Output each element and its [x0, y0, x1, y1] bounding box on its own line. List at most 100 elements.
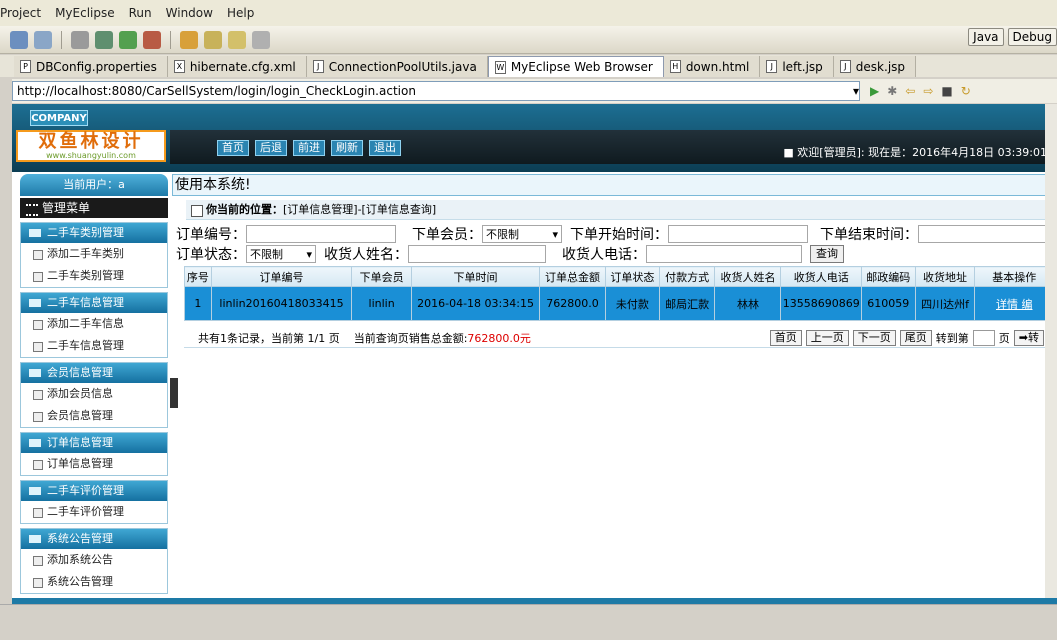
settings-icon[interactable]: ✱ [887, 84, 897, 98]
pager: 共有1条记录，当前第 1/1 页 当前查询页销售总金额:762800.0元 首页… [184, 328, 1054, 348]
stop-icon[interactable]: ■ [941, 84, 952, 98]
tab-label: ConnectionPoolUtils.java [328, 59, 477, 74]
editor-tabs: P DBConfig.properties Xhibernate.cfg.xml … [0, 55, 1057, 77]
column-header: 序号 [184, 266, 212, 287]
deploy-icon[interactable] [95, 30, 113, 49]
forward-icon[interactable] [252, 30, 270, 49]
vertical-scrollbar[interactable] [1045, 104, 1057, 598]
status-label: 订单状态： [176, 247, 246, 263]
sidebar: 当前用户：a 管理菜单 二手车类别管理 添加二手车类别 二手车类别管理 二手车信… [20, 174, 168, 604]
open-icon[interactable] [34, 30, 52, 49]
go-button[interactable]: ➡转 [1013, 329, 1044, 346]
column-header: 收货人电话 [780, 266, 862, 287]
tab-left-jsp[interactable]: Jleft.jsp [760, 56, 834, 77]
start-time-input[interactable] [668, 225, 808, 243]
pager-summary: 共有1条记录，当前第 1/1 页 当前查询页销售总金额:762800.0元 [198, 330, 531, 346]
first-page-button[interactable]: 首页 [769, 329, 802, 346]
group-header[interactable]: 二手车评价管理 [21, 481, 167, 501]
refresh-icon[interactable]: ↻ [961, 84, 971, 98]
refresh-button[interactable]: 刷新 [331, 140, 363, 156]
order-no-input[interactable] [246, 225, 396, 243]
cell-actions[interactable]: 详情 编 [974, 286, 1054, 321]
sidebar-item-member-manage[interactable]: 会员信息管理 [21, 405, 167, 427]
column-header: 订单状态 [605, 266, 660, 287]
perspective-debug[interactable]: Debug [1007, 28, 1057, 46]
back-icon[interactable]: ⇦ [905, 84, 915, 98]
xml-icon: X [173, 60, 185, 73]
group-header[interactable]: 二手车信息管理 [21, 293, 167, 313]
back-button[interactable]: 后退 [255, 140, 287, 156]
sidebar-item-order-manage[interactable]: 订单信息管理 [21, 453, 167, 475]
java-icon: J [312, 60, 324, 73]
sidebar-item-car-manage[interactable]: 二手车信息管理 [21, 335, 167, 357]
page-number-input[interactable] [972, 329, 995, 346]
query-button[interactable]: 查询 [810, 245, 844, 263]
group-header[interactable]: 订单信息管理 [21, 433, 167, 453]
group-header[interactable]: 系统公告管理 [21, 529, 167, 549]
column-header: 收货地址 [914, 266, 976, 287]
page-label: 页 [998, 331, 1010, 345]
group-header[interactable]: 二手车类别管理 [21, 223, 167, 243]
logout-button[interactable]: 退出 [369, 140, 401, 156]
tab-connectionpool[interactable]: J ConnectionPoolUtils.java [306, 56, 488, 77]
run-icon[interactable] [119, 30, 137, 49]
tab-desk-jsp[interactable]: Jdesk.jsp [833, 56, 917, 77]
receiver-phone-input[interactable] [646, 245, 802, 263]
order-no-label: 订单编号： [176, 227, 246, 243]
jsp-icon: J [766, 60, 778, 73]
sidebar-item-add-car[interactable]: 添加二手车信息 [21, 313, 167, 335]
member-label: 下单会员： [412, 227, 482, 243]
sidebar-item-add-member[interactable]: 添加会员信息 [21, 383, 167, 405]
logo-subtext: www.shuangyulin.com [46, 150, 136, 160]
home-button[interactable]: 首页 [217, 140, 249, 156]
forward-button[interactable]: 前进 [293, 140, 325, 156]
html-icon: H [669, 60, 681, 73]
tab-hibernate[interactable]: Xhibernate.cfg.xml [167, 56, 307, 77]
receiver-name-input[interactable] [408, 245, 546, 263]
edit-icon[interactable] [204, 30, 222, 49]
tab-dbconfig[interactable]: P DBConfig.properties [14, 56, 168, 77]
new-icon[interactable] [10, 30, 28, 49]
menu-project[interactable]: Project [0, 6, 41, 20]
table-row[interactable]: 1 linlin20160418033415 linlin 2016-04-18… [184, 286, 1054, 321]
back-icon[interactable] [228, 30, 246, 49]
menu-help[interactable]: Help [227, 6, 254, 20]
position-label: 你当前的位置： [206, 203, 283, 216]
go-icon[interactable]: ▶ [870, 84, 879, 98]
sidebar-item-add-category[interactable]: 添加二手车类别 [21, 243, 167, 265]
search-icon[interactable] [180, 30, 198, 49]
logo-text: 双鱼林设计 [38, 130, 144, 152]
start-time-label: 下单开始时间： [570, 227, 668, 243]
menu-run[interactable]: Run [129, 6, 152, 20]
column-header: 收货人姓名 [714, 266, 782, 287]
tab-web-browser[interactable]: W MyEclipse Web Browser [487, 56, 664, 77]
column-header: 订单编号 [210, 266, 353, 287]
last-page-button[interactable]: 尾页 [899, 329, 932, 346]
cell-total: 762800.0 [539, 286, 607, 321]
perspective-java[interactable]: Java [968, 28, 1004, 46]
sidebar-item-add-notice[interactable]: 添加系统公告 [21, 549, 167, 571]
menu-myeclipse[interactable]: MyEclipse [55, 6, 115, 20]
next-page-button[interactable]: 下一页 [852, 329, 896, 346]
status-select[interactable]: 不限制 ▾ [246, 245, 316, 263]
column-header: 基本操作 [974, 266, 1054, 287]
table-header-row: 序号 订单编号 下单会员 下单时间 订单总金额 订单状态 付款方式 收货人姓名 … [184, 266, 1054, 287]
sidebar-item-category-manage[interactable]: 二手车类别管理 [21, 265, 167, 287]
menu-window[interactable]: Window [166, 6, 213, 20]
sidebar-item-review-manage[interactable]: 二手车评价管理 [21, 501, 167, 523]
end-time-input[interactable] [918, 225, 1054, 243]
url-input[interactable]: http://localhost:8080/CarSellSystem/logi… [12, 81, 860, 101]
tab-down-html[interactable]: Hdown.html [663, 56, 761, 77]
member-select[interactable]: 不限制 ▾ [482, 225, 562, 243]
dropdown-icon[interactable]: ▾ [853, 82, 859, 100]
sidebar-item-notice-manage[interactable]: 系统公告管理 [21, 571, 167, 593]
debug-icon[interactable] [143, 30, 161, 49]
browser-viewport: COMPANY 双鱼林设计 www.shuangyulin.com 首页 后退 … [12, 104, 1057, 604]
prev-page-button[interactable]: 上一页 [805, 329, 849, 346]
tab-label: DBConfig.properties [36, 59, 157, 74]
sidebar-collapse-handle[interactable] [170, 378, 178, 408]
group-header[interactable]: 会员信息管理 [21, 363, 167, 383]
forward-icon[interactable]: ⇨ [923, 84, 933, 98]
save-icon[interactable] [71, 30, 89, 49]
cell-receiver-phone: 13558690869 [780, 286, 862, 321]
